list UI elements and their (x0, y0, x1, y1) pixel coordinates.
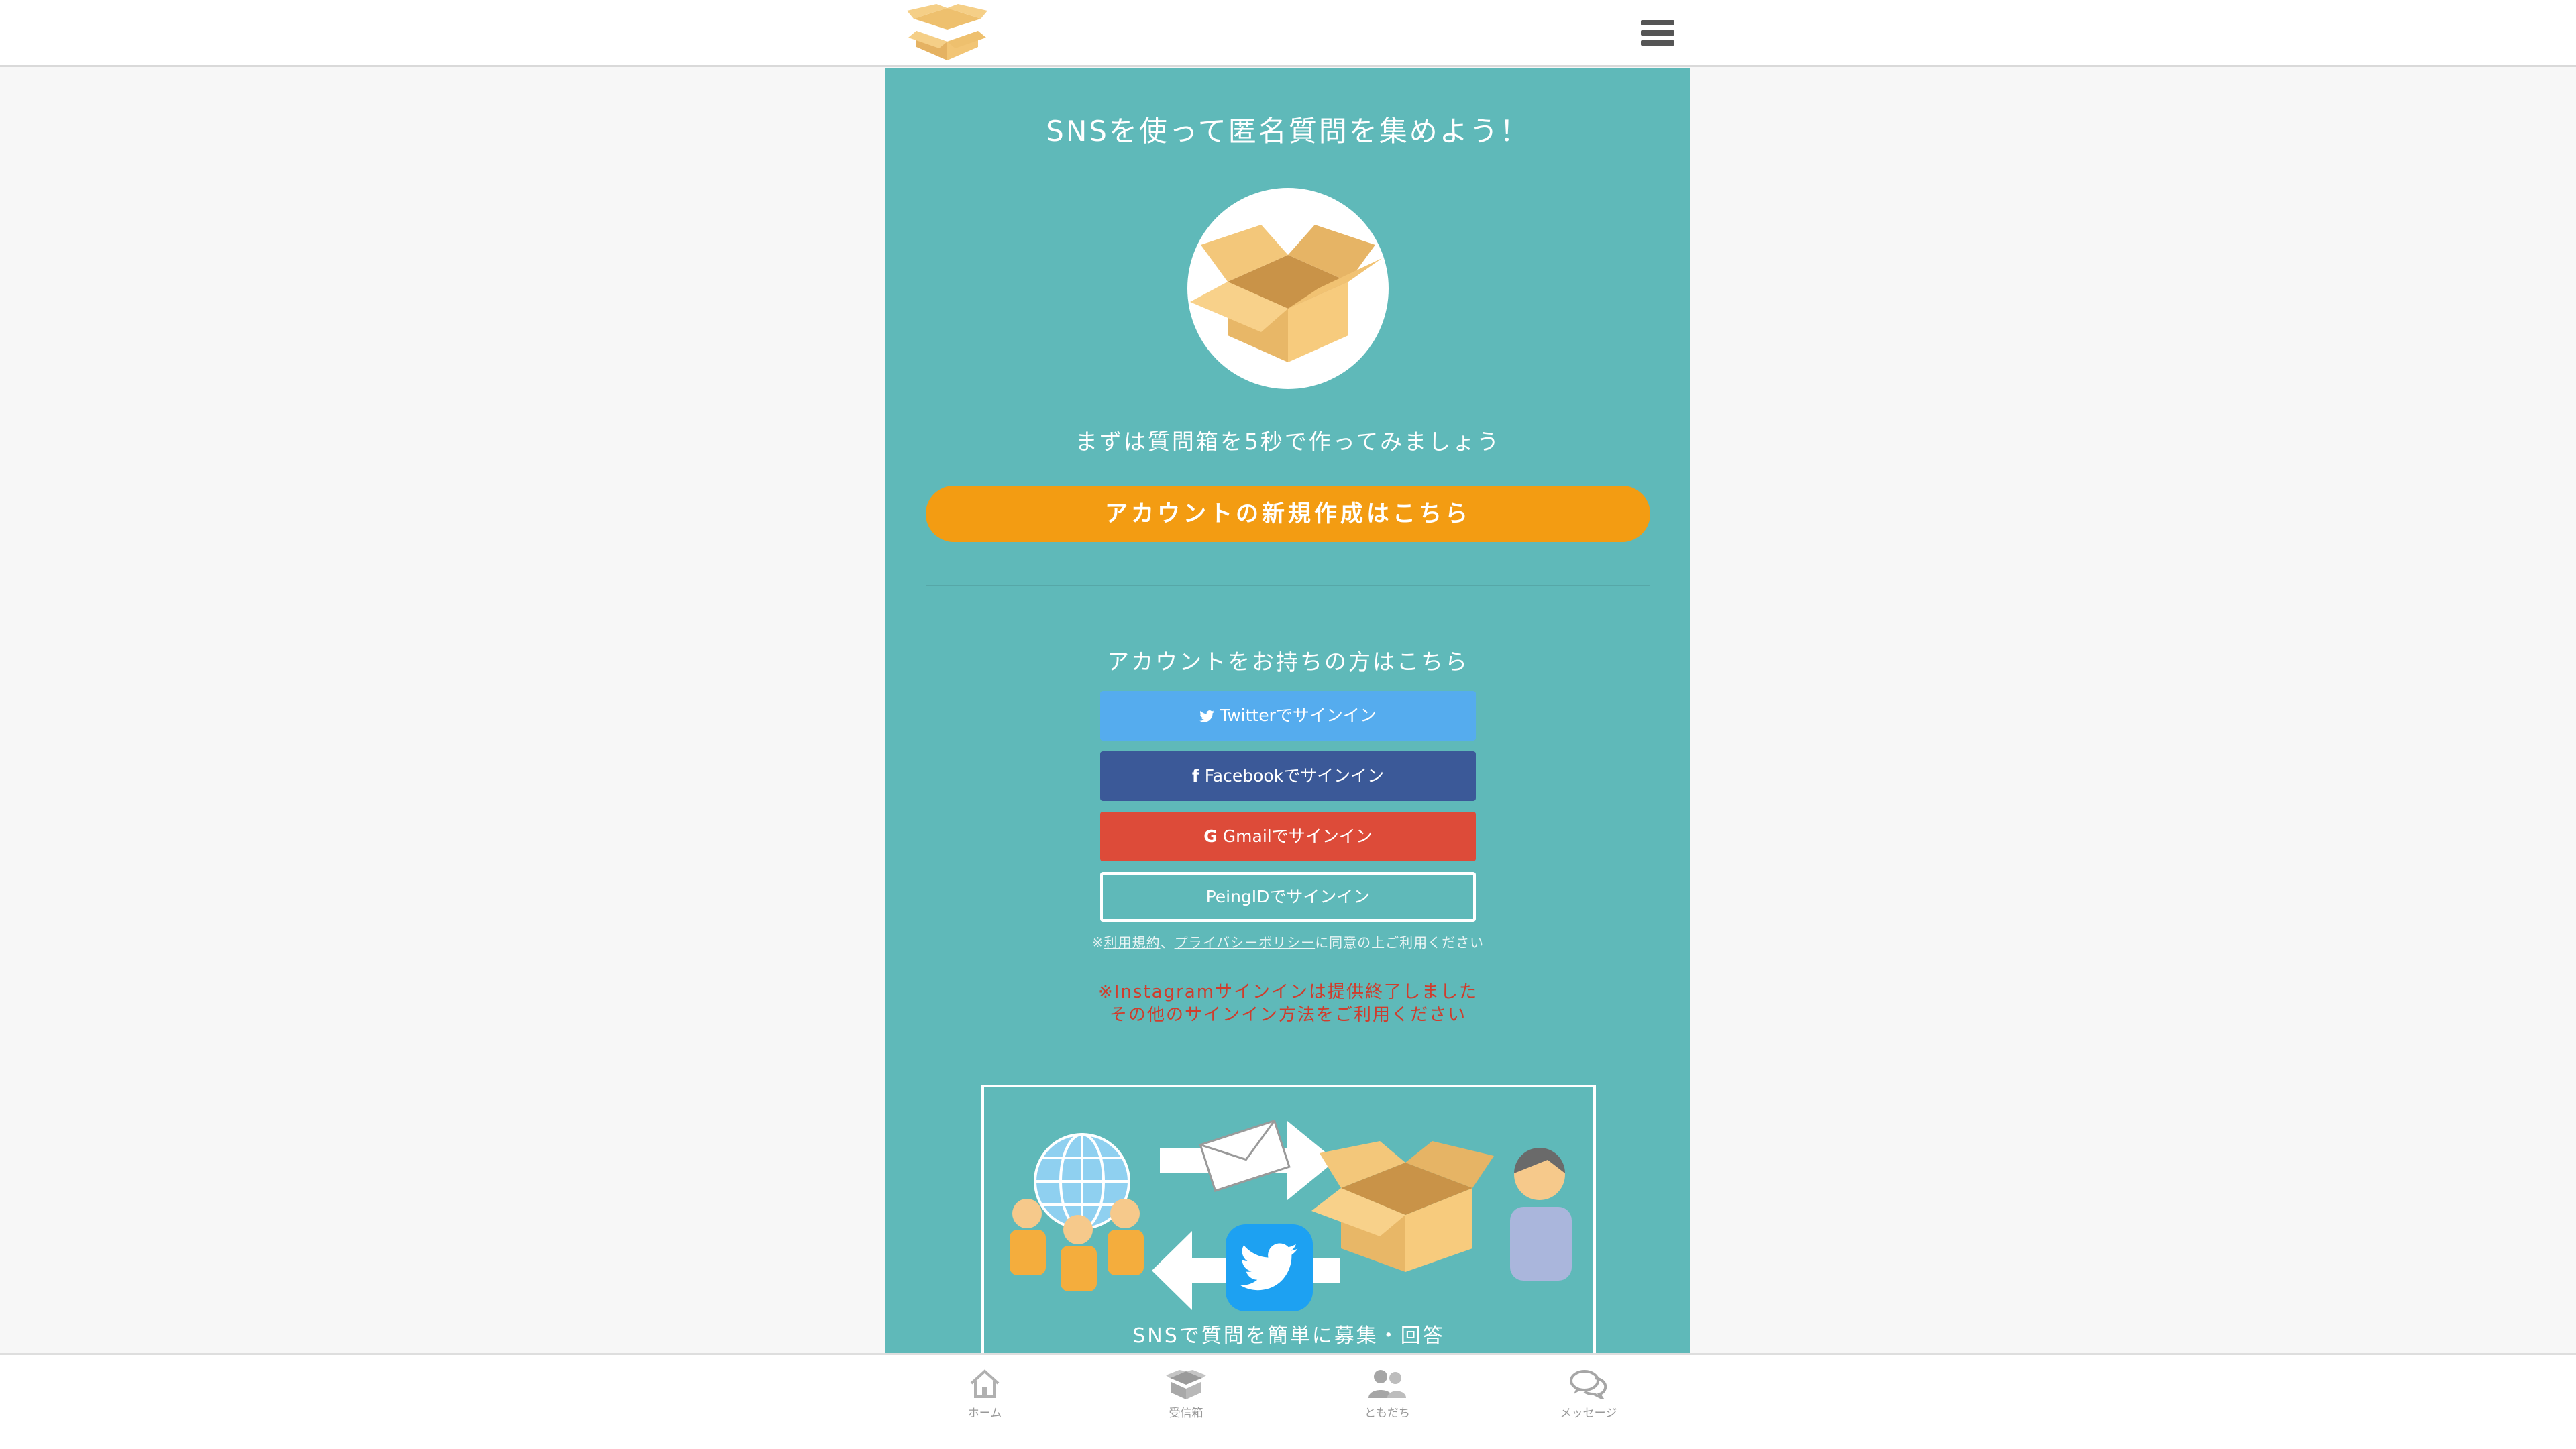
home-icon (970, 1369, 1000, 1398)
nav-friends-label: ともだち (1364, 1407, 1410, 1420)
friends-icon (1368, 1370, 1406, 1398)
section-divider (926, 585, 1650, 586)
instagram-notice: ※Instagramサインインは提供終了しました その他のサインイン方法をご利用… (885, 981, 1690, 1026)
nav-friends[interactable]: ともだち (1334, 1368, 1441, 1442)
terms-suffix: に同意の上ご利用ください (1315, 934, 1485, 951)
twitter-bird-icon (1199, 691, 1214, 741)
terms-note: ※利用規約、プライバシーポリシーに同意の上ご利用ください (885, 932, 1690, 951)
cardboard-box-icon (1311, 1141, 1494, 1272)
question-box-illustration (1187, 188, 1389, 389)
box-logo-icon[interactable] (907, 4, 987, 60)
gmail-signin-button[interactable]: G Gmailでサインイン (1100, 812, 1476, 861)
chat-bubbles-icon (1570, 1370, 1607, 1399)
privacy-policy-link[interactable]: プライバシーポリシー (1175, 934, 1316, 951)
feature-illustration-box: SNSで質問を簡単に募集・回答 (981, 1085, 1596, 1353)
hamburger-menu-icon[interactable] (1641, 20, 1674, 47)
have-account-heading: アカウントをお持ちの方はこちら (1107, 649, 1469, 675)
notice-line-1: ※Instagramサインインは提供終了しました (1097, 982, 1479, 1002)
peingid-signin-button[interactable]: PeingIDでサインイン (1100, 872, 1476, 922)
person-icon (1510, 1148, 1572, 1281)
signin-panel: SNSを使って匿名質問を集めよう！ まずは質問箱を5秒で作ってみましょう アカウ… (885, 68, 1690, 1353)
nav-home-label: ホーム (967, 1407, 1002, 1420)
google-g-icon: G (1203, 826, 1218, 846)
notice-line-2: その他のサインイン方法をご利用ください (1109, 1005, 1466, 1025)
terms-prefix: ※ (1091, 934, 1104, 951)
inbox-box-icon (1166, 1370, 1206, 1399)
page-title: SNSを使って匿名質問を集めよう！ (1046, 115, 1530, 148)
nav-home[interactable]: ホーム (931, 1368, 1038, 1442)
terms-separator: 、 (1160, 934, 1175, 951)
envelope-icon (1199, 1119, 1291, 1192)
create-account-button[interactable]: アカウントの新規作成はこちら (926, 486, 1650, 542)
top-header (0, 0, 2576, 67)
nav-messages-label: メッセージ (1560, 1407, 1617, 1420)
twitter-signin-button[interactable]: Twitterでサインイン (1100, 691, 1476, 741)
facebook-signin-label: Facebookでサインイン (1204, 766, 1385, 786)
intro-text: まずは質問箱を5秒で作ってみましょう (1075, 429, 1501, 455)
nav-inbox-label: 受信箱 (1169, 1407, 1203, 1420)
facebook-f-icon: f (1191, 766, 1199, 786)
bottom-navigation: ホーム 受信箱 ともだち メッセージ (0, 1353, 2576, 1449)
facebook-signin-button[interactable]: f Facebookでサインイン (1100, 751, 1476, 801)
gmail-signin-label: Gmailでサインイン (1222, 826, 1373, 846)
feature-caption: SNSで質問を簡単に募集・回答 (1132, 1324, 1445, 1348)
terms-of-service-link[interactable]: 利用規約 (1104, 934, 1161, 951)
nav-inbox[interactable]: 受信箱 (1132, 1368, 1240, 1442)
nav-messages[interactable]: メッセージ (1535, 1368, 1642, 1442)
twitter-app-icon (1226, 1224, 1313, 1311)
twitter-signin-label: Twitterでサインイン (1220, 706, 1377, 725)
